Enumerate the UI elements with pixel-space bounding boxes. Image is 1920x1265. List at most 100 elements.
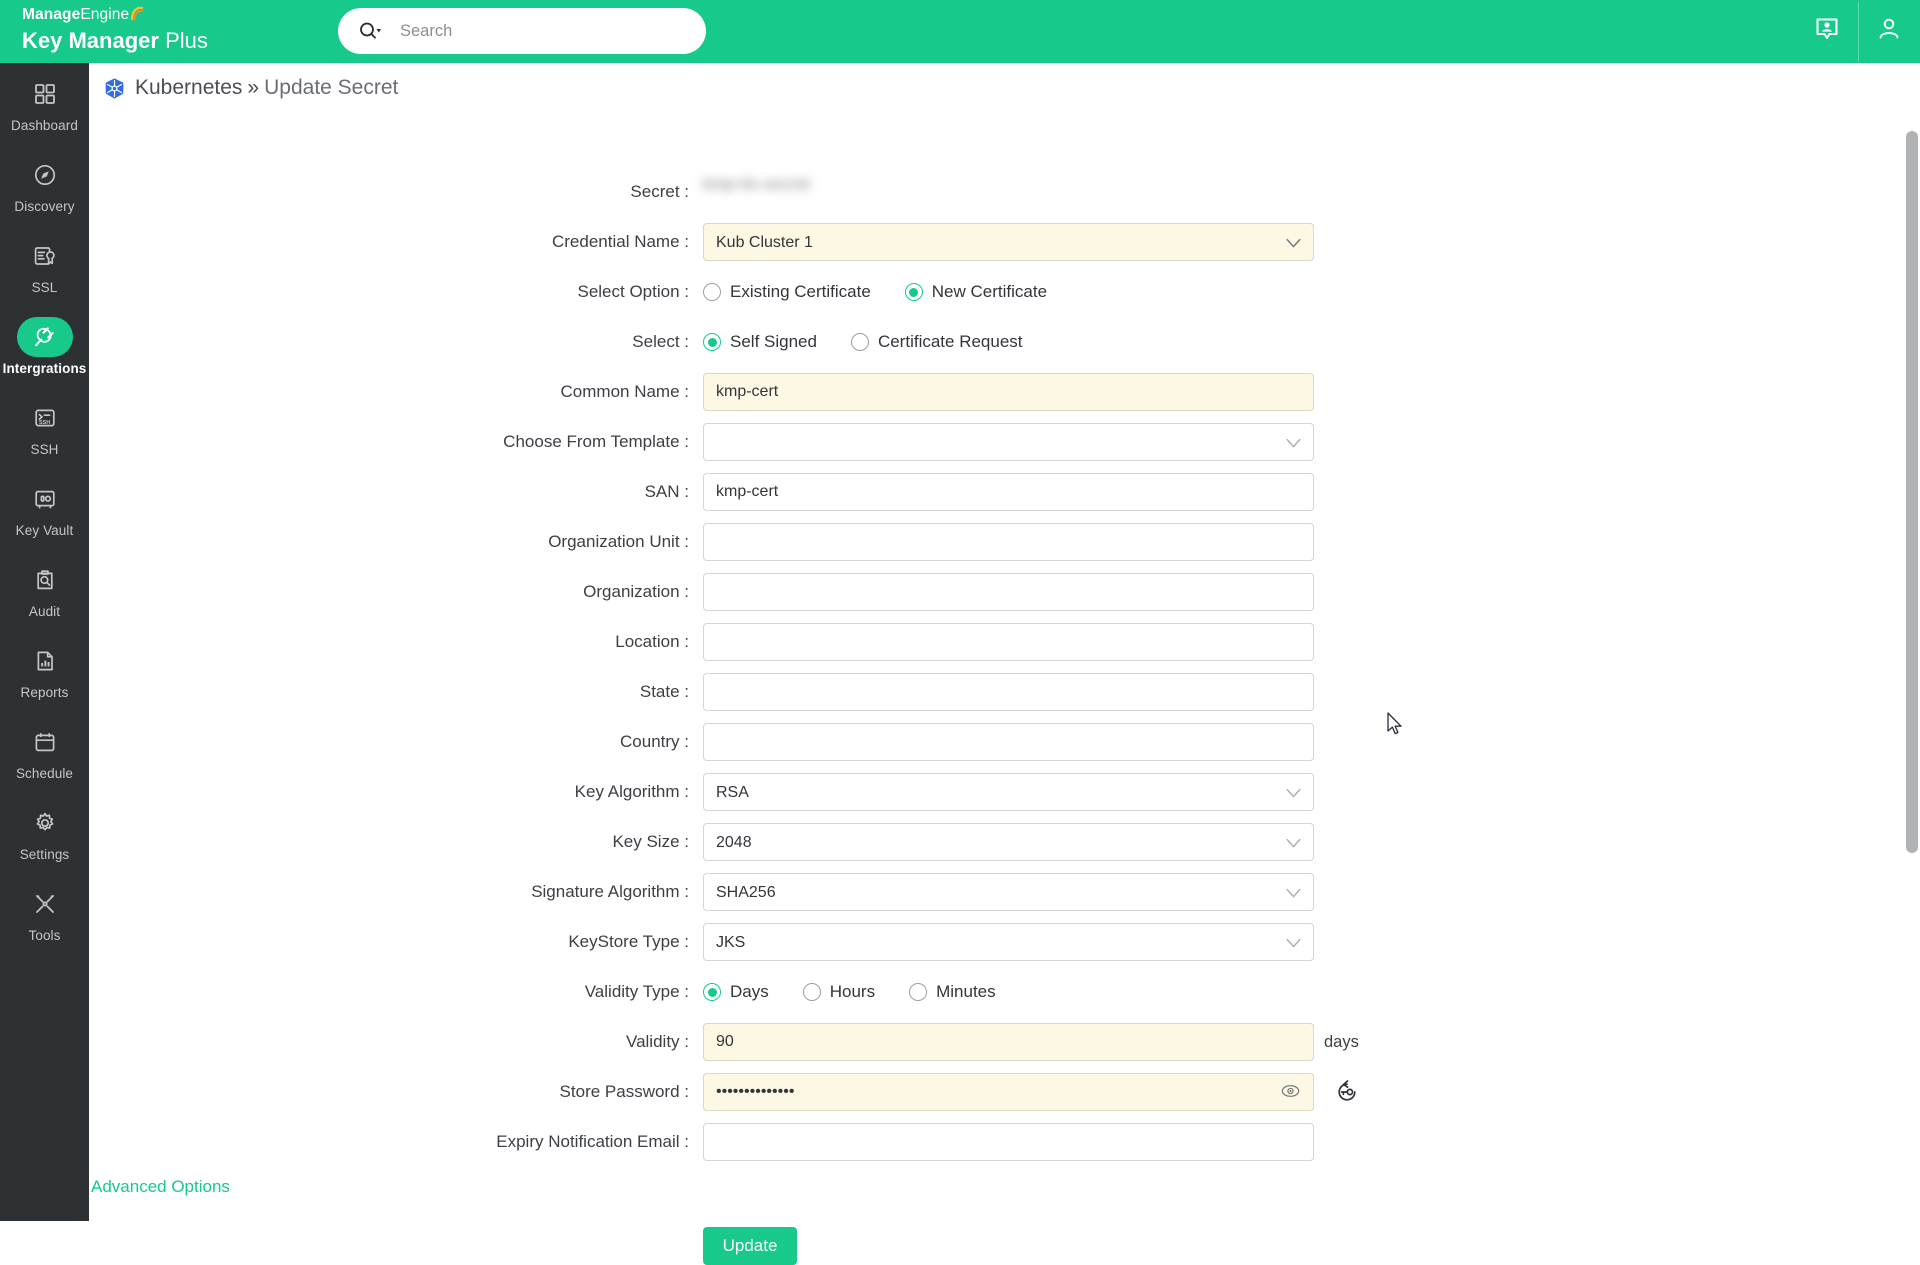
state-input[interactable] (703, 673, 1314, 711)
signature-algorithm-select[interactable]: SHA256 (703, 873, 1314, 911)
vertical-scrollbar-track[interactable] (1904, 63, 1920, 1221)
validity-label: Validity : (89, 1032, 703, 1052)
organization-unit-control (703, 523, 1314, 561)
key-algorithm-control: RSA (703, 773, 1314, 811)
select-type-control: Self Signed Certificate Request (703, 323, 1314, 361)
choose-from-template-select[interactable] (703, 423, 1314, 461)
sidebar-item-intergrations[interactable]: Intergrations (0, 306, 89, 387)
sidebar-item-label: Discovery (14, 199, 74, 214)
keystore-type-select[interactable]: JKS (703, 923, 1314, 961)
update-button-row: Update (89, 1227, 1920, 1265)
sidebar-item-key-vault[interactable]: Key Vault (0, 468, 89, 549)
country-label: Country : (89, 732, 703, 752)
sidebar-item-schedule[interactable]: Schedule (0, 711, 89, 792)
expiry-notification-email-input[interactable] (703, 1123, 1314, 1161)
san-input[interactable] (703, 473, 1314, 511)
form-row-keystore-type: KeyStore Type : JKS (89, 923, 1920, 961)
user-profile-button[interactable] (1858, 0, 1920, 63)
validity-type-radio-group: Days Hours Minutes (703, 973, 1314, 1011)
radio-label: Minutes (936, 982, 996, 1002)
sidebar-item-dashboard[interactable]: Dashboard (0, 63, 89, 144)
country-input[interactable] (703, 723, 1314, 761)
sidebar-item-discovery[interactable]: Discovery (0, 144, 89, 225)
form-row-expiry-notification-email: Expiry Notification Email : (89, 1123, 1920, 1161)
calendar-icon (17, 722, 73, 762)
radio-dot-icon (851, 333, 869, 351)
organization-input[interactable] (703, 573, 1314, 611)
gear-icon (17, 803, 73, 843)
search-icon[interactable] (358, 20, 384, 42)
certificate-icon (17, 236, 73, 276)
validity-input[interactable] (703, 1023, 1314, 1061)
location-label: Location : (89, 632, 703, 652)
location-input[interactable] (703, 623, 1314, 661)
vertical-scrollbar-thumb[interactable] (1906, 131, 1918, 853)
sidebar-item-audit[interactable]: Audit (0, 549, 89, 630)
common-name-label: Common Name : (89, 382, 703, 402)
sidebar-item-label: Reports (21, 685, 69, 700)
radio-label: Certificate Request (878, 332, 1023, 352)
radio-certificate-request[interactable]: Certificate Request (851, 332, 1023, 352)
product-edition: Plus (165, 28, 208, 53)
radio-self-signed[interactable]: Self Signed (703, 332, 817, 352)
support-chat-button[interactable] (1796, 0, 1858, 63)
choose-from-template-control (703, 423, 1314, 461)
form-row-select-type: Select : Self Signed Certificate Request (89, 323, 1920, 361)
radio-validity-minutes[interactable]: Minutes (909, 982, 996, 1002)
validity-unit-suffix: days (1324, 1033, 1359, 1052)
eye-show-password-icon[interactable] (1281, 1084, 1300, 1103)
search-bar[interactable] (338, 8, 706, 54)
form-row-key-algorithm: Key Algorithm : RSA (89, 773, 1920, 811)
key-algorithm-select[interactable]: RSA (703, 773, 1314, 811)
choose-from-template-label: Choose From Template : (89, 432, 703, 452)
breadcrumb-root[interactable]: Kubernetes (135, 76, 242, 100)
support-chat-icon[interactable] (1814, 16, 1840, 47)
radio-label: Hours (830, 982, 875, 1002)
common-name-control (703, 373, 1314, 411)
sidebar-item-reports[interactable]: Reports (0, 630, 89, 711)
signature-algorithm-control: SHA256 (703, 873, 1314, 911)
common-name-input[interactable] (703, 373, 1314, 411)
secret-value-container: kmp-tls-secret (703, 173, 1314, 211)
main-content: Kubernetes » Update Secret Secret : kmp-… (89, 63, 1920, 1221)
organization-unit-input[interactable] (703, 523, 1314, 561)
sidebar-item-settings[interactable]: Settings (0, 792, 89, 873)
update-button[interactable]: Update (703, 1227, 797, 1265)
radio-validity-days[interactable]: Days (703, 982, 769, 1002)
manageengine-wordmark: ManageEngine (22, 5, 272, 27)
form-row-select-option: Select Option : Existing Certificate New… (89, 273, 1920, 311)
radio-dot-icon (703, 333, 721, 351)
form-row-state: State : (89, 673, 1920, 711)
radio-validity-hours[interactable]: Hours (803, 982, 875, 1002)
sidebar-item-ssl[interactable]: SSL (0, 225, 89, 306)
search-input[interactable] (398, 21, 668, 42)
regenerate-key-icon[interactable] (1334, 1079, 1360, 1105)
san-control (703, 473, 1314, 511)
radio-dot-icon (703, 283, 721, 301)
key-size-label: Key Size : (89, 832, 703, 852)
organization-unit-label: Organization Unit : (89, 532, 703, 552)
brand-logo[interactable]: ManageEngine Key Manager Plus (22, 5, 272, 54)
radio-existing-certificate[interactable]: Existing Certificate (703, 282, 871, 302)
select-option-radio-group: Existing Certificate New Certificate (703, 273, 1314, 311)
radio-new-certificate[interactable]: New Certificate (905, 282, 1047, 302)
kubernetes-logo-icon (103, 77, 126, 100)
report-chart-icon (17, 641, 73, 681)
key-size-select[interactable]: 2048 (703, 823, 1314, 861)
advanced-options-link[interactable]: Advanced Options (89, 1177, 700, 1197)
validity-type-control: Days Hours Minutes (703, 973, 1314, 1011)
organization-label: Organization : (89, 582, 703, 602)
sidebar-item-label: Schedule (16, 766, 73, 781)
expiry-notification-email-label: Expiry Notification Email : (89, 1132, 703, 1152)
store-password-control (703, 1073, 1314, 1111)
store-password-input[interactable] (703, 1073, 1314, 1111)
sidebar-item-tools[interactable]: Tools (0, 873, 89, 954)
sidebar-item-ssh[interactable]: SSH SSH (0, 387, 89, 468)
svg-text:SSH: SSH (39, 420, 50, 426)
secret-value-text: kmp-tls-secret (703, 176, 810, 194)
brand-prefix: Manage (22, 6, 80, 23)
form-row-validity: Validity : days (89, 1023, 1920, 1061)
update-secret-form: Secret : kmp-tls-secret Credential Name … (89, 173, 1920, 1265)
user-profile-icon[interactable] (1876, 16, 1902, 47)
credential-name-select[interactable]: Kub Cluster 1 (703, 223, 1314, 261)
